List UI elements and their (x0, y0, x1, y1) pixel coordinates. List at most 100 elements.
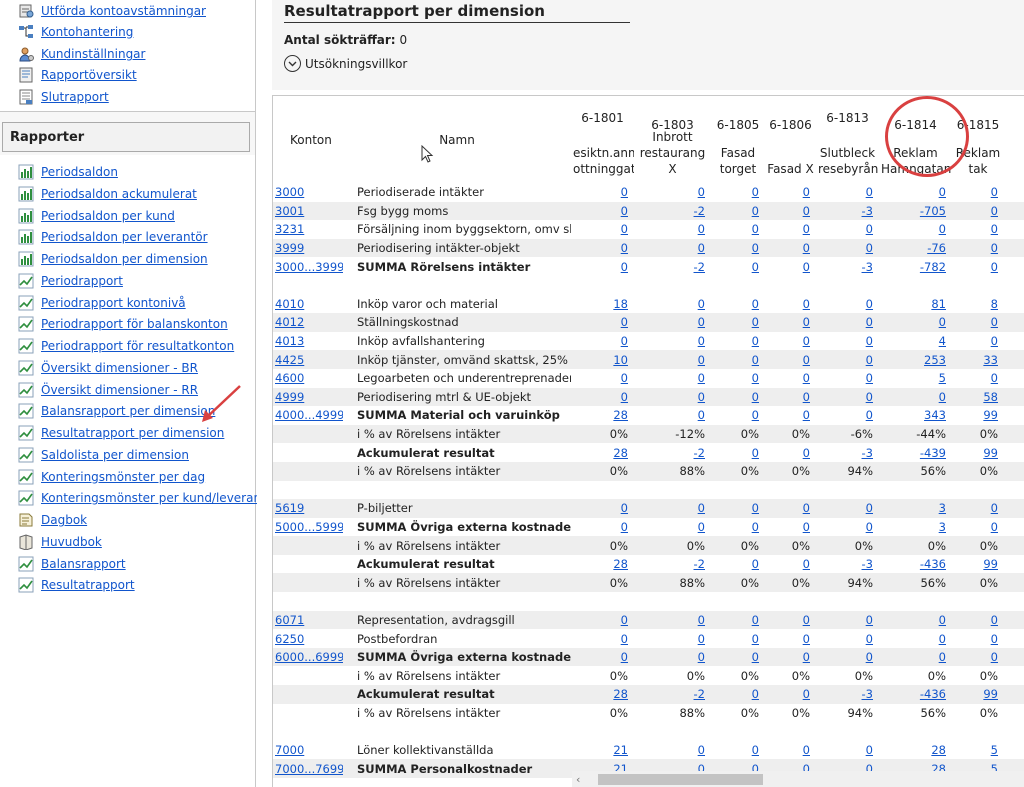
column-header-konton[interactable]: Konton (273, 96, 343, 183)
scroll-left-icon[interactable]: ‹ (576, 773, 580, 786)
account-link[interactable]: 4012 (275, 315, 304, 329)
value-link[interactable]: 0 (939, 185, 946, 199)
value-link[interactable]: 3 (939, 501, 946, 515)
value-link[interactable]: -3 (862, 204, 873, 218)
value-link[interactable]: 0 (866, 297, 873, 311)
value-link[interactable]: 0 (866, 315, 873, 329)
value-link[interactable]: 0 (803, 204, 810, 218)
value-link[interactable]: 0 (991, 334, 998, 348)
value-link[interactable]: 0 (939, 222, 946, 236)
sidebar-report-item[interactable]: Periodsaldon (18, 162, 118, 182)
value-link[interactable]: 0 (621, 520, 628, 534)
value-link[interactable]: 0 (939, 315, 946, 329)
sidebar-report-item[interactable]: Översikt dimensioner - BR (18, 358, 198, 378)
sidebar-report-item[interactable]: Balansrapport per dimension (18, 401, 215, 421)
value-link[interactable]: 0 (752, 390, 759, 404)
sidebar-report-item[interactable]: Resultatrapport (18, 575, 135, 595)
value-link[interactable]: 0 (991, 371, 998, 385)
value-link[interactable]: -2 (694, 687, 705, 701)
value-link[interactable]: -2 (694, 204, 705, 218)
value-link[interactable]: 33 (983, 353, 998, 367)
value-link[interactable]: 0 (698, 353, 705, 367)
value-link[interactable]: 0 (752, 315, 759, 329)
value-link[interactable]: 0 (939, 650, 946, 664)
value-link[interactable]: 0 (803, 222, 810, 236)
account-link[interactable]: 4013 (275, 334, 304, 348)
scrollbar-thumb[interactable] (598, 774, 763, 785)
value-link[interactable]: 0 (752, 204, 759, 218)
value-link[interactable]: 0 (621, 613, 628, 627)
value-link[interactable]: 0 (866, 353, 873, 367)
value-link[interactable]: 0 (866, 501, 873, 515)
value-link[interactable]: 0 (698, 371, 705, 385)
value-link[interactable]: 0 (803, 632, 810, 646)
value-link[interactable]: 0 (991, 520, 998, 534)
value-link[interactable]: 81 (931, 297, 946, 311)
value-link[interactable]: 0 (621, 260, 628, 274)
value-link[interactable]: -705 (920, 204, 946, 218)
account-link[interactable]: 6000...6999 (275, 650, 343, 664)
sidebar-report-item[interactable]: Periodrapport (18, 271, 123, 291)
value-link[interactable]: 0 (698, 315, 705, 329)
value-link[interactable]: 0 (698, 334, 705, 348)
value-link[interactable]: 0 (939, 632, 946, 646)
value-link[interactable]: 0 (991, 241, 998, 255)
sidebar-report-item[interactable]: Saldolista per dimension (18, 445, 189, 465)
value-link[interactable]: 0 (621, 334, 628, 348)
value-link[interactable]: 0 (698, 520, 705, 534)
value-link[interactable]: -3 (862, 446, 873, 460)
sidebar-report-item[interactable]: Konteringsmönster per dag (18, 467, 205, 487)
sidebar-link-utforda-kontoavstamningar[interactable]: Utförda kontoavstämningar (18, 1, 206, 21)
sidebar-link-slutrapport[interactable]: Slutrapport (18, 87, 109, 107)
value-link[interactable]: 0 (698, 390, 705, 404)
value-link[interactable]: 253 (924, 353, 946, 367)
horizontal-scrollbar[interactable]: ‹ (572, 771, 1024, 787)
value-link[interactable]: 0 (698, 408, 705, 422)
sidebar-report-item[interactable]: Periodsaldon ackumulerat (18, 184, 197, 204)
value-link[interactable]: 0 (752, 185, 759, 199)
value-link[interactable]: 0 (621, 222, 628, 236)
value-link[interactable]: 0 (698, 650, 705, 664)
value-link[interactable]: 0 (698, 241, 705, 255)
value-link[interactable]: 0 (621, 501, 628, 515)
value-link[interactable]: -3 (862, 687, 873, 701)
value-link[interactable]: 0 (866, 408, 873, 422)
account-link[interactable]: 3000...3999 (275, 260, 343, 274)
value-link[interactable]: 28 (931, 743, 946, 757)
value-link[interactable]: 0 (803, 446, 810, 460)
value-link[interactable]: -3 (862, 557, 873, 571)
sidebar-report-item[interactable]: Översikt dimensioner - RR (18, 380, 198, 400)
value-link[interactable]: 28 (613, 557, 628, 571)
value-link[interactable]: 0 (803, 315, 810, 329)
value-link[interactable]: 0 (803, 260, 810, 274)
value-link[interactable]: 0 (939, 390, 946, 404)
value-link[interactable]: 18 (613, 297, 628, 311)
value-link[interactable]: 3 (939, 520, 946, 534)
value-link[interactable]: 0 (866, 371, 873, 385)
column-header-dimension[interactable]: 6-1805 Fasad torget (711, 96, 765, 183)
value-link[interactable]: 0 (752, 613, 759, 627)
column-header-dimension[interactable]: 6-1803 Inbrott restaurang X (634, 96, 711, 183)
value-link[interactable]: 0 (698, 297, 705, 311)
value-link[interactable]: 0 (752, 222, 759, 236)
value-link[interactable]: -2 (694, 446, 705, 460)
value-link[interactable]: -436 (920, 557, 946, 571)
value-link[interactable]: 0 (698, 743, 705, 757)
value-link[interactable]: -439 (920, 446, 946, 460)
account-link[interactable]: 4000...4999 (275, 408, 343, 422)
value-link[interactable]: 0 (752, 501, 759, 515)
value-link[interactable]: 0 (752, 353, 759, 367)
sidebar-report-item[interactable]: Periodrapport för balanskonton (18, 314, 228, 334)
account-link[interactable]: 4999 (275, 390, 304, 404)
value-link[interactable]: 0 (752, 446, 759, 460)
value-link[interactable]: 58 (983, 390, 998, 404)
value-link[interactable]: -2 (694, 557, 705, 571)
value-link[interactable]: 0 (991, 650, 998, 664)
sidebar-report-item[interactable]: Huvudbok (18, 532, 102, 552)
value-link[interactable]: 0 (752, 334, 759, 348)
value-link[interactable]: 343 (924, 408, 946, 422)
value-link[interactable]: 0 (621, 390, 628, 404)
value-link[interactable]: 10 (613, 353, 628, 367)
account-link[interactable]: 3000 (275, 185, 304, 199)
account-link[interactable]: 5000...5999 (275, 520, 343, 534)
